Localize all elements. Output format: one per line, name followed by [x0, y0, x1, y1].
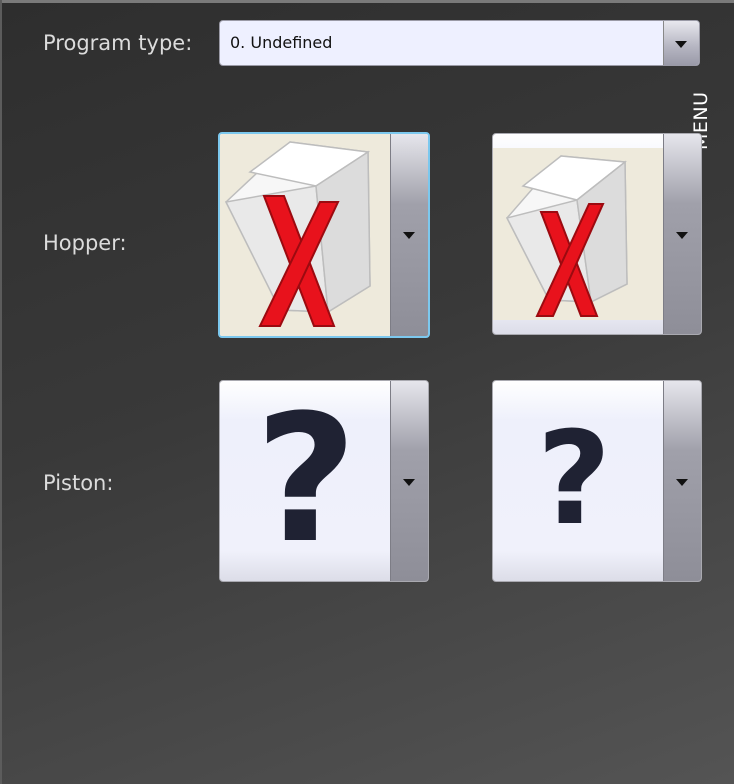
program-type-dropdown-button[interactable] [663, 21, 699, 65]
piston-label: Piston: [43, 471, 114, 495]
top-border [0, 0, 734, 3]
chevron-down-icon [675, 41, 687, 48]
chevron-down-icon [403, 232, 415, 239]
hopper-picker-2-dropdown-button[interactable] [663, 134, 701, 334]
question-mark-symbol: ? [536, 405, 612, 554]
chevron-down-icon [676, 479, 688, 486]
piston-picker-1[interactable]: ? [219, 380, 429, 582]
piston-picker-1-dropdown-button[interactable] [390, 381, 428, 581]
piston-picker-2-dropdown-button[interactable] [663, 381, 701, 581]
hopper-crossed-icon [493, 134, 665, 334]
question-mark-symbol: ? [254, 380, 358, 582]
chevron-down-icon [676, 232, 688, 239]
left-border [0, 0, 2, 784]
question-mark-icon: ? [493, 381, 665, 581]
piston-picker-2[interactable]: ? [492, 380, 702, 582]
hopper-picker-2[interactable] [492, 133, 702, 335]
question-mark-icon: ? [220, 381, 392, 581]
hopper-crossed-icon [220, 134, 392, 336]
program-type-dropdown[interactable]: 0. Undefined [219, 20, 700, 66]
hopper-picker-1-dropdown-button[interactable] [390, 134, 428, 336]
hopper-picker-1[interactable] [218, 132, 430, 338]
program-type-value: 0. Undefined [230, 33, 333, 52]
program-type-label: Program type: [43, 31, 193, 55]
hopper-label: Hopper: [43, 231, 127, 255]
chevron-down-icon [403, 479, 415, 486]
